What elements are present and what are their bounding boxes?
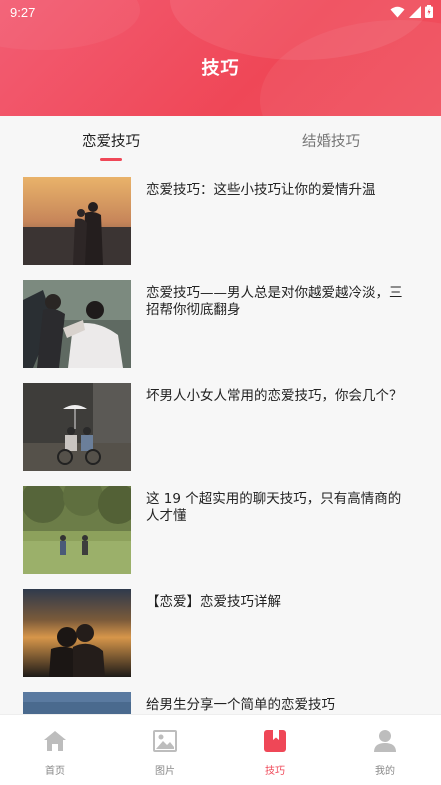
nav-item-home[interactable]: 首页 xyxy=(0,715,110,785)
article-thumbnail xyxy=(23,589,131,677)
home-icon xyxy=(43,729,67,753)
article-thumbnail xyxy=(23,486,131,574)
article-title: 恋爱技巧：这些小技巧让你的爱情升温 xyxy=(146,182,376,198)
article-thumbnail xyxy=(23,280,131,368)
battery-icon xyxy=(425,5,433,22)
status-bar: 9:27 xyxy=(0,0,441,26)
list-item[interactable]: 坏男人小女人常用的恋爱技巧，你会几个？ xyxy=(0,376,441,471)
article-thumbnail xyxy=(23,383,131,471)
status-icons xyxy=(390,5,433,22)
signal-icon xyxy=(409,5,421,22)
user-icon xyxy=(373,729,397,753)
tab-marriage-tips[interactable]: 结婚技巧 xyxy=(271,130,391,151)
nav-item-images[interactable]: 图片 xyxy=(110,715,220,785)
bottom-navigation: 首页 图片 技巧 我的 xyxy=(0,714,441,785)
header-bar: 9:27 技巧 xyxy=(0,0,441,116)
list-item[interactable]: 恋爱技巧——男人总是对你越爱越冷淡，三招帮你彻底翻身 xyxy=(0,273,441,368)
article-title: 给男生分享一个简单的恋爱技巧 xyxy=(146,697,335,713)
article-title: 恋爱技巧——男人总是对你越爱越冷淡，三招帮你彻底翻身 xyxy=(146,285,403,318)
article-thumbnail xyxy=(23,177,131,265)
nav-label: 首页 xyxy=(45,766,65,777)
nav-item-mine[interactable]: 我的 xyxy=(330,715,440,785)
nav-label: 图片 xyxy=(155,766,175,777)
nav-label: 我的 xyxy=(375,766,395,777)
tab-active-indicator xyxy=(100,158,122,161)
list-item[interactable]: 恋爱技巧：这些小技巧让你的爱情升温 xyxy=(0,170,441,265)
page-title: 技巧 xyxy=(201,58,240,79)
list-item[interactable]: 【恋爱】恋爱技巧详解 xyxy=(0,582,441,677)
article-title: 【恋爱】恋爱技巧详解 xyxy=(146,594,281,610)
status-time: 9:27 xyxy=(10,5,36,20)
image-icon xyxy=(153,729,177,753)
tab-love-tips[interactable]: 恋爱技巧 xyxy=(51,130,171,151)
tab-bar: 恋爱技巧 结婚技巧 xyxy=(0,116,441,164)
wifi-icon xyxy=(390,6,405,22)
bookmark-icon xyxy=(263,729,287,753)
article-title: 坏男人小女人常用的恋爱技巧，你会几个？ xyxy=(146,388,403,404)
nav-item-tips[interactable]: 技巧 xyxy=(220,715,330,785)
article-title: 这 19 个超实用的聊天技巧，只有高情商的人才懂 xyxy=(146,491,402,524)
nav-label: 技巧 xyxy=(265,766,285,777)
list-item[interactable]: 这 19 个超实用的聊天技巧，只有高情商的人才懂 xyxy=(0,479,441,574)
